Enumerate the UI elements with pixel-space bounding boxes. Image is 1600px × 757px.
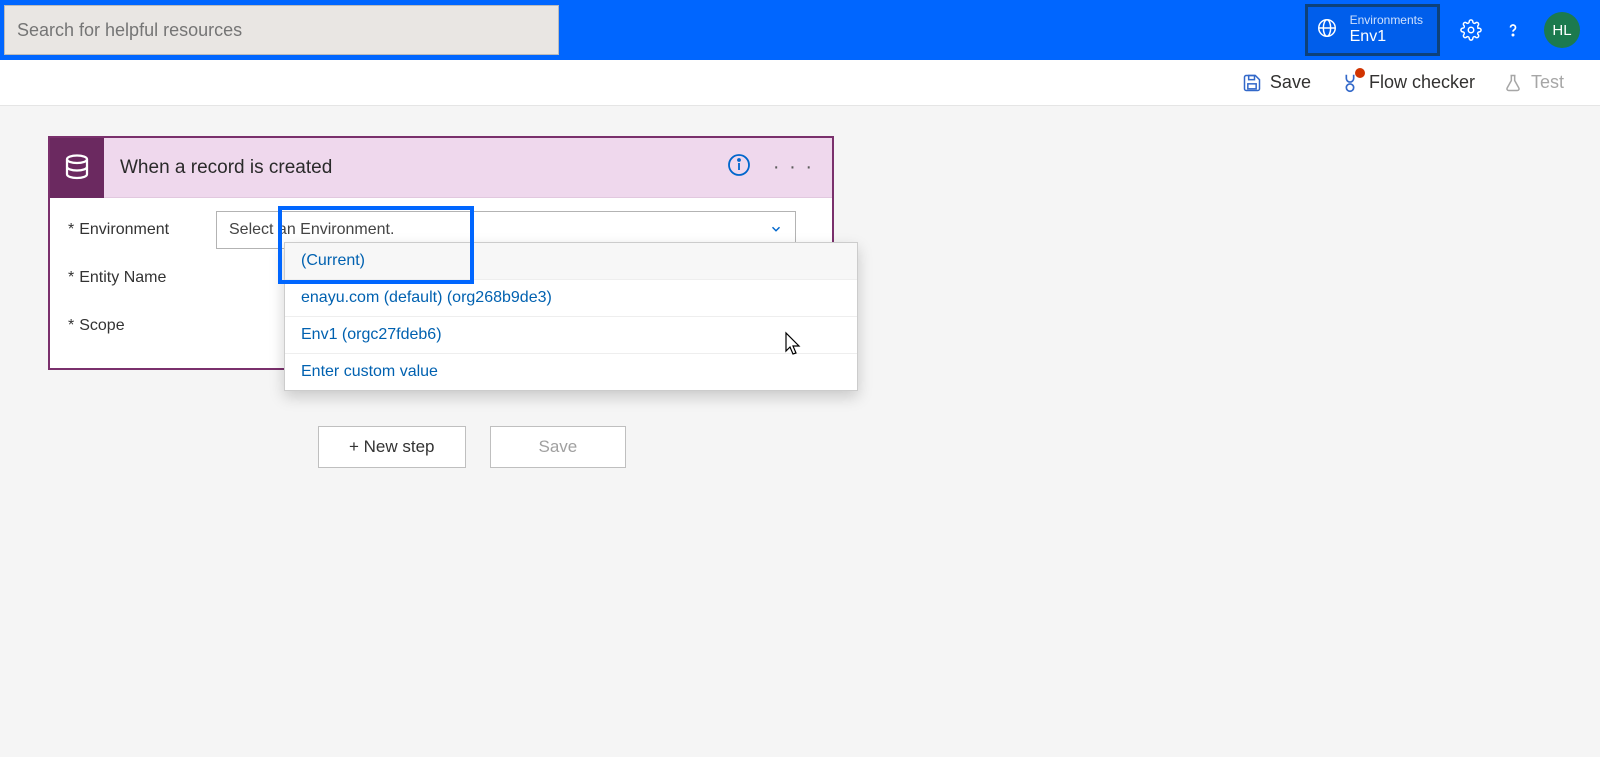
new-step-button[interactable]: + New step xyxy=(318,426,466,468)
environment-selector[interactable]: Environments Env1 xyxy=(1305,4,1440,56)
flow-checker-icon xyxy=(1339,72,1361,94)
info-icon[interactable] xyxy=(727,153,751,182)
save-icon xyxy=(1242,73,1262,93)
flow-checker-badge xyxy=(1355,68,1365,78)
search-box[interactable] xyxy=(4,5,559,55)
trigger-card: When a record is created · · · Environme… xyxy=(48,136,834,370)
test-label: Test xyxy=(1531,72,1564,93)
canvas-footer-buttons: + New step Save xyxy=(318,426,1600,468)
save-action[interactable]: Save xyxy=(1242,72,1311,93)
top-bar: Environments Env1 HL xyxy=(0,0,1600,60)
flow-canvas: When a record is created · · · Environme… xyxy=(0,106,1600,468)
trigger-header-left: When a record is created xyxy=(50,138,332,198)
dropdown-option-default[interactable]: enayu.com (default) (org268b9de3) xyxy=(285,280,857,317)
label-scope: Scope xyxy=(50,317,216,335)
flask-icon xyxy=(1503,73,1523,93)
action-bar: Save Flow checker Test xyxy=(0,60,1600,106)
dropdown-option-env1[interactable]: Env1 (orgc27fdeb6) xyxy=(285,317,857,354)
label-entity: Entity Name xyxy=(50,269,216,287)
help-icon[interactable] xyxy=(1502,19,1524,41)
search-input[interactable] xyxy=(17,20,546,41)
flow-checker-action[interactable]: Flow checker xyxy=(1339,72,1475,94)
more-menu-icon[interactable]: · · · xyxy=(773,156,814,179)
environment-name: Env1 xyxy=(1350,28,1423,46)
avatar-initials: HL xyxy=(1552,22,1571,39)
trigger-title: When a record is created xyxy=(120,157,332,179)
environment-dropdown-value: Select an Environment. xyxy=(229,221,394,239)
save-label: Save xyxy=(1270,72,1311,93)
test-action[interactable]: Test xyxy=(1503,72,1564,93)
flow-checker-label: Flow checker xyxy=(1369,72,1475,93)
label-environment: Environment xyxy=(50,221,216,239)
environment-icon xyxy=(1316,17,1338,44)
save-button[interactable]: Save xyxy=(490,426,627,468)
topbar-right: Environments Env1 HL xyxy=(1305,0,1600,60)
trigger-header-right: · · · xyxy=(727,153,814,182)
database-icon xyxy=(50,138,104,198)
dropdown-option-custom[interactable]: Enter custom value xyxy=(285,354,857,390)
environment-dropdown-list: (Current) enayu.com (default) (org268b9d… xyxy=(284,242,858,391)
trigger-form: Environment Select an Environment. Entit… xyxy=(50,198,832,368)
chevron-down-icon xyxy=(769,222,783,239)
environment-heading: Environments xyxy=(1350,14,1423,28)
environment-labels: Environments Env1 xyxy=(1350,14,1423,46)
settings-icon[interactable] xyxy=(1460,19,1482,41)
user-avatar[interactable]: HL xyxy=(1544,12,1580,48)
trigger-header[interactable]: When a record is created · · · xyxy=(50,138,832,198)
dropdown-option-current[interactable]: (Current) xyxy=(285,243,857,280)
